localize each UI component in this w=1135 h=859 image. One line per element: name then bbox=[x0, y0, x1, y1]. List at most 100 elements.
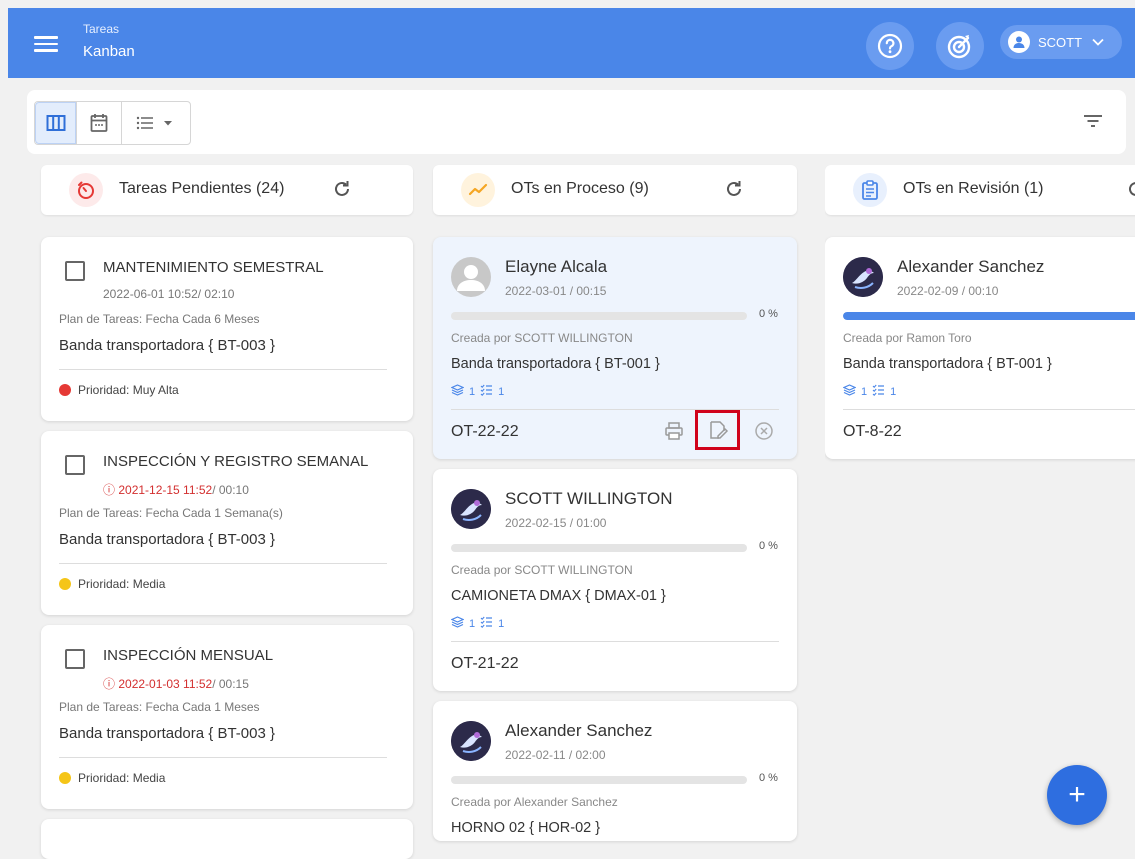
work-order-card[interactable]: Elayne Alcala 2022-03-01 / 00:15 0 % Cre… bbox=[433, 237, 797, 459]
task-checkbox[interactable] bbox=[65, 649, 85, 669]
assignee-name: Elayne Alcala bbox=[505, 257, 608, 276]
task-date: ⓘ 2022-01-03 11:52/ 00:15 bbox=[103, 677, 249, 691]
column-header: OTs en Proceso (9) bbox=[433, 165, 797, 215]
order-asset: HORNO 02 { HOR-02 } bbox=[451, 820, 601, 836]
work-order-card[interactable]: Alexander Sanchez 2022-02-09 / 00:10 Cre… bbox=[825, 237, 1135, 459]
layers-icon bbox=[450, 616, 465, 631]
task-card[interactable]: INSPECCIÓN MENSUAL ⓘ 2022-01-03 11:52/ 0… bbox=[41, 625, 413, 809]
creator: Creada por SCOTT WILLINGTON bbox=[451, 331, 633, 345]
filter-icon bbox=[1084, 115, 1102, 127]
view-toolbar bbox=[27, 90, 1126, 154]
user-icon bbox=[1008, 31, 1030, 53]
creator: Creada por SCOTT WILLINGTON bbox=[451, 563, 633, 577]
add-button[interactable]: + bbox=[1047, 765, 1107, 825]
progress-bar bbox=[451, 776, 747, 784]
print-button[interactable] bbox=[658, 415, 690, 447]
trending-icon bbox=[461, 173, 495, 207]
refresh-button[interactable] bbox=[331, 178, 353, 205]
board-view-button[interactable] bbox=[35, 102, 77, 144]
refresh-icon bbox=[1129, 182, 1135, 196]
task-plan: Plan de Tareas: Fecha Cada 1 Meses bbox=[59, 700, 260, 714]
divider bbox=[843, 409, 1135, 410]
divider bbox=[59, 563, 387, 564]
goals-button[interactable] bbox=[936, 22, 984, 70]
column-title: Tareas Pendientes (24) bbox=[119, 180, 285, 197]
task-asset: Banda transportadora { BT-003 } bbox=[59, 337, 275, 354]
column-title: OTs en Proceso (9) bbox=[511, 180, 649, 197]
column-in-review: OTs en Revisión (1) Alexander Sanchez 20… bbox=[825, 165, 1135, 465]
calendar-view-button[interactable] bbox=[76, 102, 120, 144]
filter-button[interactable] bbox=[1082, 112, 1106, 132]
add-icon: + bbox=[1068, 778, 1086, 811]
avatar bbox=[843, 257, 883, 297]
task-asset: Banda transportadora { BT-003 } bbox=[59, 725, 275, 742]
help-icon bbox=[877, 33, 903, 59]
task-date: ⓘ 2021-12-15 11:52/ 00:10 bbox=[103, 483, 249, 497]
board-view-icon bbox=[46, 115, 66, 131]
creator: Creada por Alexander Sanchez bbox=[451, 795, 618, 809]
work-order-card[interactable]: SCOTT WILLINGTON 2022-02-15 / 01:00 0 % … bbox=[433, 469, 797, 691]
list-view-button[interactable] bbox=[120, 102, 190, 144]
task-card[interactable]: INSPECCIÓN Y REGISTRO SEMANAL ⓘ 2021-12-… bbox=[41, 431, 413, 615]
list-view-icon bbox=[136, 116, 172, 130]
menu-icon[interactable] bbox=[34, 32, 58, 54]
task-date: 2022-06-01 10:52/ 02:10 bbox=[103, 287, 235, 301]
user-menu[interactable]: SCOTT bbox=[1000, 25, 1122, 59]
task-checkbox[interactable] bbox=[65, 455, 85, 475]
work-order-card[interactable]: Alexander Sanchez 2022-02-11 / 02:00 0 %… bbox=[433, 701, 797, 841]
task-plan: Plan de Tareas: Fecha Cada 6 Meses bbox=[59, 312, 260, 326]
order-date: 2022-02-11 / 02:00 bbox=[505, 748, 606, 762]
app-title: Tareas bbox=[83, 22, 120, 36]
order-code: OT-22-22 bbox=[451, 423, 519, 440]
column-title: OTs en Revisión (1) bbox=[903, 180, 1044, 197]
progress-percent: 0 % bbox=[759, 772, 778, 784]
help-button[interactable] bbox=[866, 22, 914, 70]
divider bbox=[59, 369, 387, 370]
overdue-icon: ⓘ bbox=[103, 483, 119, 497]
refresh-icon bbox=[727, 181, 741, 196]
close-circle-icon bbox=[755, 422, 773, 440]
clipboard-icon bbox=[853, 173, 887, 207]
order-counts: 1 1 bbox=[450, 616, 509, 631]
print-icon bbox=[665, 422, 683, 440]
order-asset: Banda transportadora { BT-001 } bbox=[843, 356, 1052, 372]
task-title: INSPECCIÓN Y REGISTRO SEMANAL bbox=[103, 453, 369, 470]
view-switcher bbox=[34, 101, 191, 145]
task-asset: Banda transportadora { BT-003 } bbox=[59, 531, 275, 548]
order-date: 2022-02-15 / 01:00 bbox=[505, 516, 607, 530]
assignee-name: SCOTT WILLINGTON bbox=[505, 489, 673, 508]
calendar-icon bbox=[90, 114, 108, 132]
layers-icon bbox=[842, 384, 857, 399]
task-checkbox[interactable] bbox=[65, 261, 85, 281]
refresh-button[interactable] bbox=[1125, 178, 1135, 205]
progress-percent: 0 % bbox=[759, 308, 778, 320]
creator: Creada por Ramon Toro bbox=[843, 331, 972, 345]
progress-bar bbox=[451, 544, 747, 552]
progress-percent: 0 % bbox=[759, 540, 778, 552]
section-title: Kanban bbox=[83, 43, 135, 60]
avatar bbox=[451, 721, 491, 761]
assignee-name: Alexander Sanchez bbox=[505, 721, 653, 740]
task-title: MANTENIMIENTO SEMESTRAL bbox=[103, 259, 324, 276]
order-code: OT-21-22 bbox=[451, 655, 519, 672]
order-asset: Banda transportadora { BT-001 } bbox=[451, 356, 660, 372]
timer-icon bbox=[69, 173, 103, 207]
progress-bar bbox=[843, 312, 1135, 320]
checklist-icon bbox=[480, 384, 493, 399]
user-name: SCOTT bbox=[1038, 34, 1083, 50]
order-code: OT-8-22 bbox=[843, 423, 902, 440]
overdue-icon: ⓘ bbox=[103, 677, 119, 691]
target-icon bbox=[947, 35, 971, 59]
task-title: INSPECCIÓN MENSUAL bbox=[103, 647, 274, 664]
task-card[interactable]: MANTENIMIENTO SEMESTRAL 2022-06-01 10:52… bbox=[41, 237, 413, 421]
edit-icon bbox=[709, 421, 728, 439]
divider bbox=[59, 757, 387, 758]
cancel-button[interactable] bbox=[748, 415, 780, 447]
refresh-button[interactable] bbox=[723, 178, 745, 205]
task-card[interactable] bbox=[41, 819, 413, 859]
edit-button[interactable] bbox=[695, 410, 740, 450]
divider bbox=[451, 641, 779, 642]
avatar bbox=[451, 489, 491, 529]
assignee-name: Alexander Sanchez bbox=[897, 257, 1045, 276]
chevron-down-icon bbox=[1092, 38, 1104, 46]
